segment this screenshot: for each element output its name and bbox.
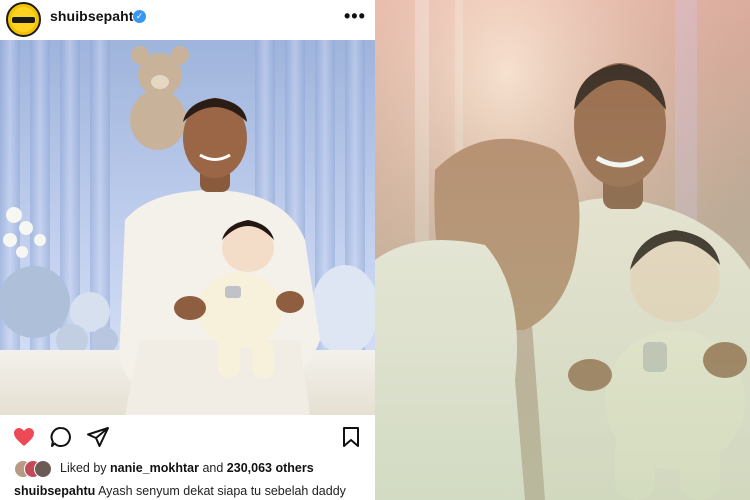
profile-avatar[interactable] — [6, 2, 41, 37]
caption-username[interactable]: shuibsepahtu — [14, 484, 95, 498]
brand-logo-bar — [12, 17, 35, 23]
likes-count-link[interactable]: 230,063 others — [227, 461, 314, 475]
post-caption: shuibsepahtu Ayash senyum dekat siapa tu… — [14, 484, 346, 498]
more-options-icon[interactable]: ••• — [344, 6, 366, 27]
post-photo[interactable] — [0, 40, 375, 415]
family-photo — [375, 0, 750, 500]
bookmark-icon[interactable] — [339, 425, 363, 449]
caption-text: Ayash senyum dekat siapa tu sebelah dadd… — [98, 484, 346, 498]
post-actions — [0, 415, 375, 459]
liker-avatar[interactable] — [34, 460, 52, 478]
teddy-bear — [130, 46, 189, 150]
post-photo-illustration — [0, 40, 375, 415]
verified-badge-icon: ✓ — [133, 10, 146, 23]
likes-prefix: Liked by — [60, 461, 107, 475]
likes-user-link[interactable]: nanie_mokhtar — [110, 461, 199, 475]
family-photo-illustration — [375, 0, 750, 500]
instagram-post: shuibsepahtu ✓ ••• Liked by nanie_mokhta… — [0, 0, 375, 500]
send-icon[interactable] — [86, 425, 110, 449]
post-username[interactable]: shuibsepahtu — [50, 8, 142, 24]
comment-bubble-icon[interactable] — [49, 425, 73, 449]
heart-filled-icon[interactable] — [12, 425, 36, 449]
likes-text[interactable]: Liked by nanie_mokhtar and 230,063 other… — [60, 461, 314, 475]
liker-avatars — [14, 460, 59, 478]
post-header: shuibsepahtu ✓ ••• — [0, 0, 375, 40]
likes-middle: and — [202, 461, 224, 475]
